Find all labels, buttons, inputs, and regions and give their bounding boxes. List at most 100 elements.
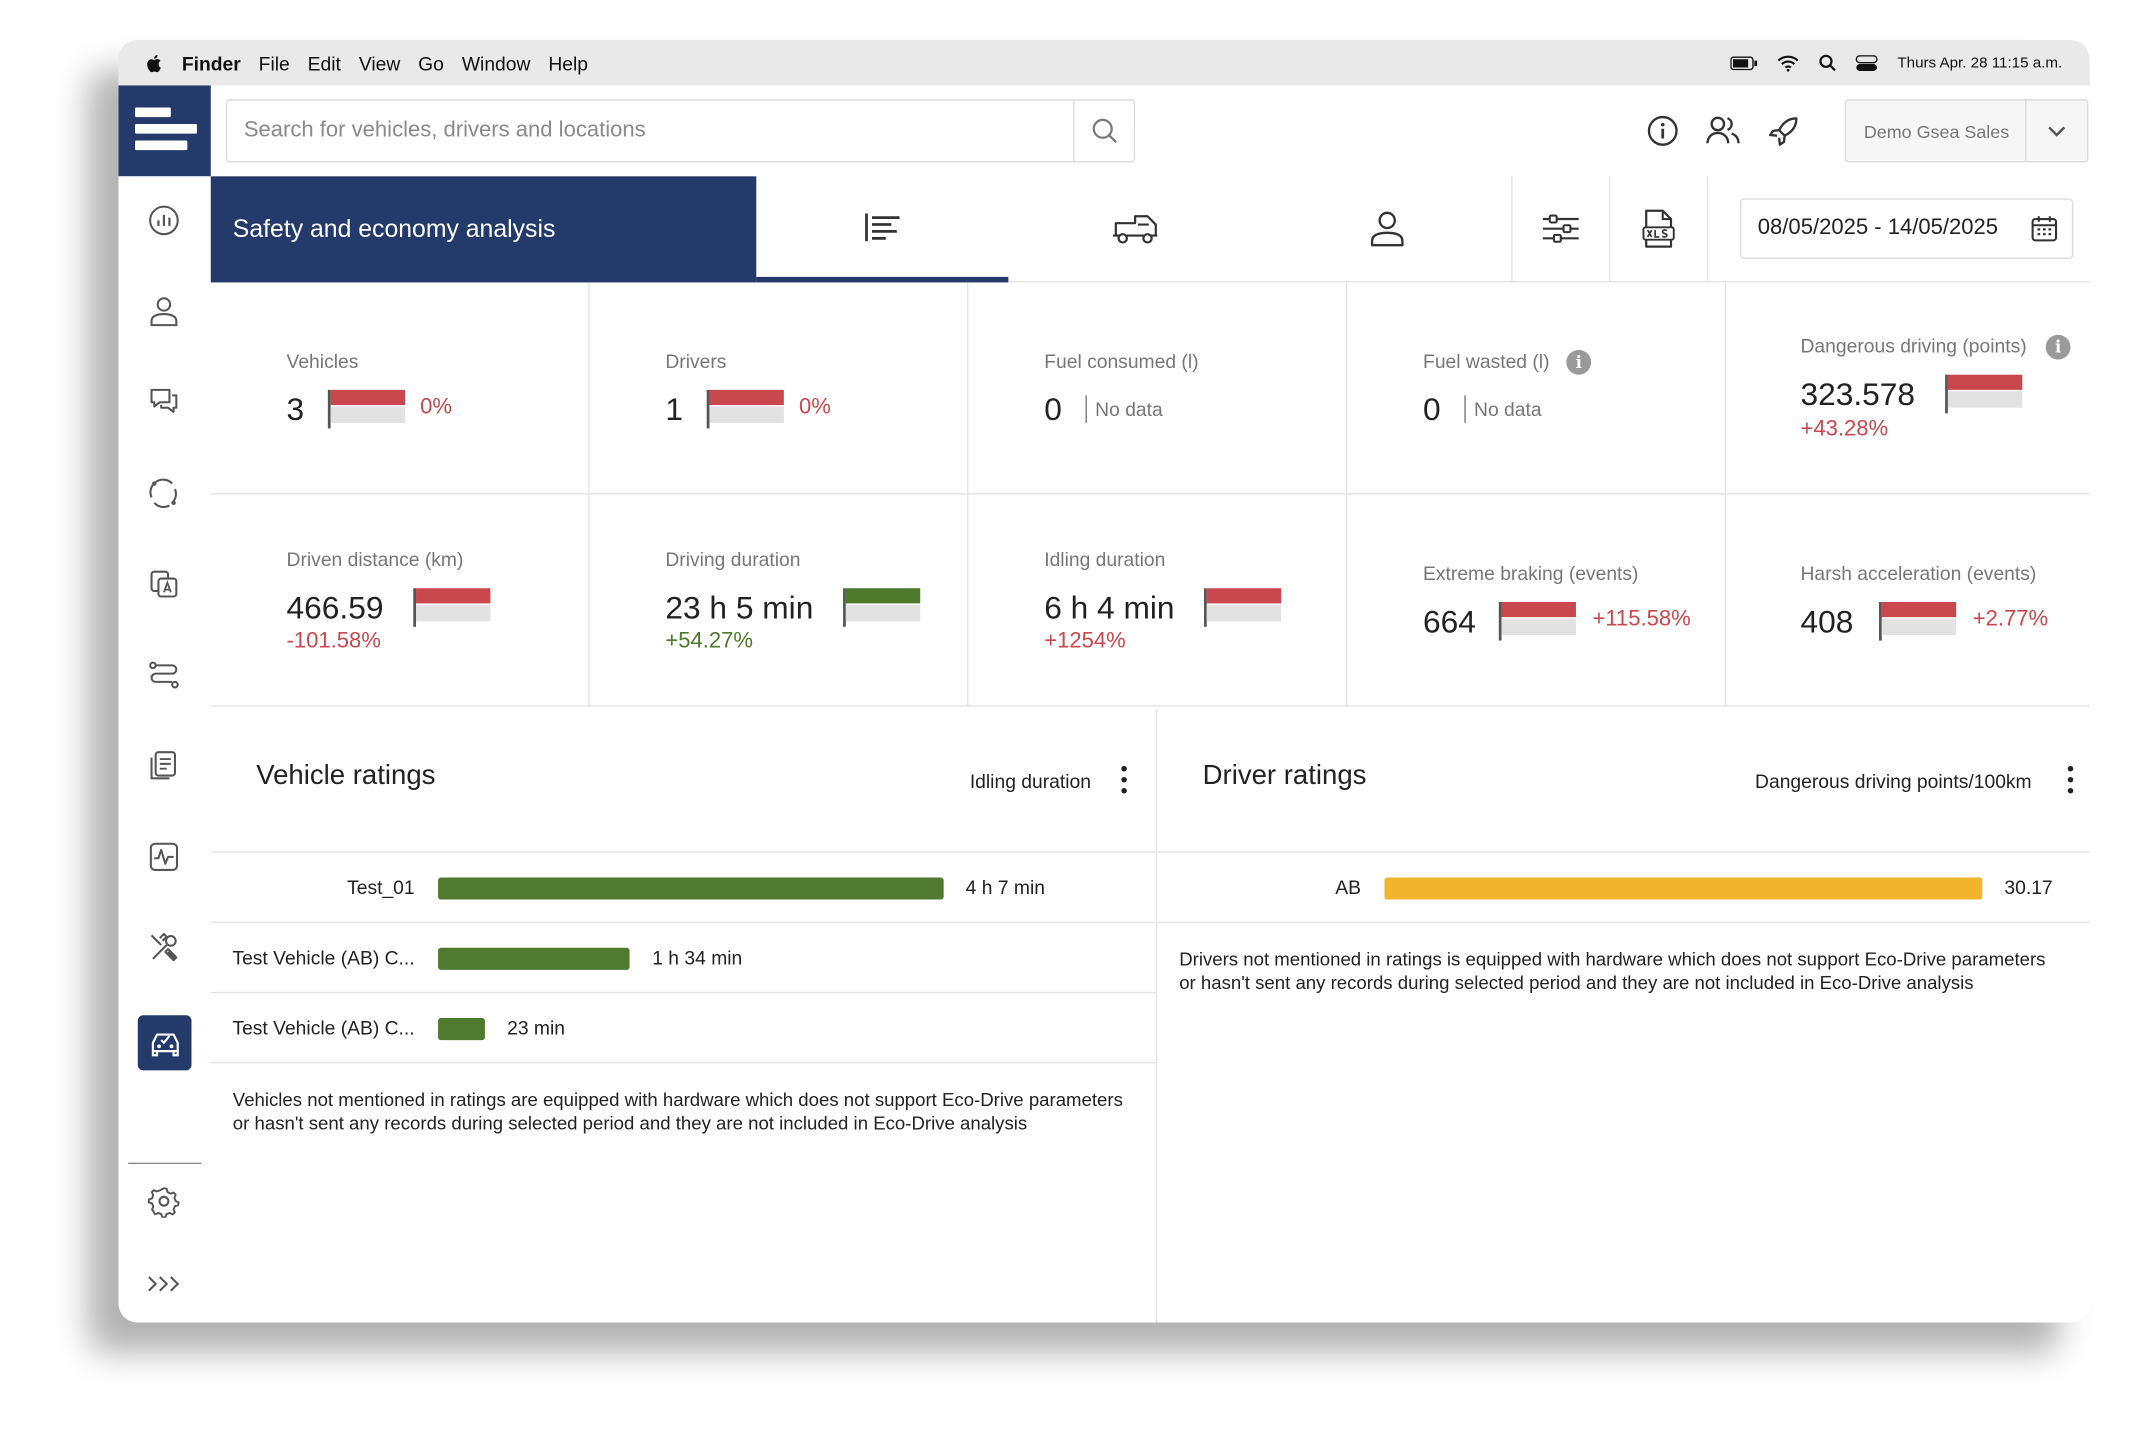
vehicle-ratings-menu-button[interactable] <box>1120 765 1128 796</box>
sidebar-expand-button[interactable] <box>145 1265 184 1304</box>
tab-drivers[interactable] <box>1260 176 1513 283</box>
apple-icon[interactable] <box>143 52 165 74</box>
vehicles-icon <box>1112 215 1157 244</box>
menu-help[interactable]: Help <box>548 52 588 74</box>
info-icon[interactable]: i <box>1566 349 1592 375</box>
kpi-no-data: No data <box>1464 395 1542 423</box>
kpi-label: Vehicles <box>286 349 359 372</box>
routes-icon <box>149 478 177 509</box>
tab-list-view[interactable] <box>756 176 1009 283</box>
vehicle-rating-label: Test Vehicle (AB) C... <box>232 946 415 969</box>
menu-app-name[interactable]: Finder <box>182 52 241 74</box>
account-selector[interactable]: Demo Gsea Sales <box>1844 99 2089 163</box>
driver-ratings-title: Driver ratings <box>1202 760 1367 791</box>
vehicle-rating-bar <box>438 1018 486 1041</box>
trips-icon <box>149 661 179 689</box>
sidebar-item-reports[interactable] <box>145 747 184 786</box>
kpi-label: Driving duration <box>665 548 801 571</box>
wifi-icon[interactable] <box>1778 54 1800 71</box>
macos-menu-bar: Finder File Edit View Go Window Help Thu… <box>118 39 2090 86</box>
sidebar-item-maintenance[interactable] <box>145 928 184 967</box>
date-range-value: 08/05/2025 - 14/05/2025 <box>1757 216 1999 240</box>
search-button[interactable] <box>1073 100 1134 162</box>
users-button[interactable] <box>1704 112 1743 151</box>
menu-go[interactable]: Go <box>418 52 444 74</box>
trend-flag <box>843 588 923 627</box>
sidebar-item-activity[interactable] <box>145 838 184 877</box>
sidebar-item-trips[interactable] <box>145 656 184 695</box>
sidebar-item-documents[interactable] <box>145 565 184 604</box>
driver-ratings-note: Drivers not mentioned in ratings is equi… <box>1179 949 2046 994</box>
menubar-clock[interactable]: Thurs Apr. 28 11:15 a.m. <box>1897 54 2062 71</box>
list-view-icon <box>864 212 899 241</box>
menu-file[interactable]: File <box>259 52 290 74</box>
dashboard-icon <box>149 205 179 236</box>
whats-new-button[interactable] <box>1765 112 1804 151</box>
trend-flag <box>1498 602 1579 641</box>
kpi-value: 408 <box>1800 603 1854 640</box>
kpi-change: +1254% <box>1044 629 1126 653</box>
kpi-value: 0 <box>1423 391 1441 428</box>
sidebar-item-messages[interactable] <box>145 383 184 422</box>
filters-button[interactable] <box>1511 176 1610 283</box>
trend-flag <box>413 588 493 627</box>
trend-flag <box>1204 588 1284 627</box>
menu-window[interactable]: Window <box>462 52 531 74</box>
panel-divider <box>1155 709 1158 1323</box>
kpi-label: Fuel consumed (l) <box>1044 349 1199 372</box>
control-center-icon[interactable] <box>1856 54 1879 71</box>
kpi-value: 323.578 <box>1800 376 1916 412</box>
info-button[interactable] <box>1643 112 1682 151</box>
driver-ratings-metric[interactable]: Dangerous driving points/100km <box>1755 770 2032 792</box>
kpi-label: Dangerous driving (points) <box>1800 334 2027 357</box>
kpi-change: +43.28% <box>1800 417 1889 441</box>
kpi-driven-distance: Driven distance (km) 466.59 -101.58% <box>210 494 590 707</box>
account-dropdown-toggle[interactable] <box>2025 100 2087 162</box>
menu-view[interactable]: View <box>359 52 400 74</box>
menu-edit[interactable]: Edit <box>308 52 341 74</box>
kpi-label: Drivers <box>665 349 727 372</box>
users-icon <box>1706 116 1740 144</box>
vehicle-rating-label: Test_01 <box>347 876 415 899</box>
kpi-label: Extreme braking (events) <box>1423 562 1639 585</box>
kpi-drivers: Drivers 1 0% <box>589 282 969 495</box>
person-icon <box>150 297 178 327</box>
sidebar-item-dashboard[interactable] <box>145 201 184 240</box>
kpi-label: Harsh acceleration (events) <box>1800 562 2037 585</box>
chevron-down-icon <box>2048 125 2066 137</box>
export-xls-button[interactable] <box>1609 176 1707 283</box>
vehicle-rating-bar <box>438 947 631 970</box>
kpi-value: 1 <box>665 391 683 428</box>
search-icon <box>1092 118 1117 144</box>
trend-flag <box>1945 374 2025 414</box>
date-range-cell: 08/05/2025 - 14/05/2025 <box>1706 176 2090 283</box>
spotlight-search-icon[interactable] <box>1819 54 1837 72</box>
kpi-extreme-braking: Extreme braking (events) 664 +115.58% <box>1347 494 1727 707</box>
sidebar-item-drivers[interactable] <box>145 292 184 331</box>
kpi-value: 23 h 5 min <box>665 589 814 626</box>
driver-rating-label: AB <box>1335 876 1362 899</box>
kpi-change: +2.77% <box>1972 607 2049 631</box>
kpi-fuel-consumed: Fuel consumed (l) 0 No data <box>968 282 1348 495</box>
kpi-change: -101.58% <box>286 629 381 653</box>
search-input[interactable] <box>227 100 1074 162</box>
vehicle-ratings-metric[interactable]: Idling duration <box>970 770 1091 792</box>
row-divider <box>210 921 1156 923</box>
xls-export-icon <box>1642 209 1675 248</box>
sidebar-item-settings[interactable] <box>145 1182 184 1221</box>
sidebar-item-routes[interactable] <box>145 474 184 513</box>
info-icon <box>1647 115 1678 146</box>
battery-icon[interactable] <box>1730 55 1759 70</box>
app-window: Finder File Edit View Go Window Help Thu… <box>118 39 2090 1323</box>
info-icon[interactable]: i <box>2045 334 2071 360</box>
tab-vehicles[interactable] <box>1008 176 1261 283</box>
driver-ratings-menu-button[interactable] <box>2066 765 2074 796</box>
date-range-picker[interactable]: 08/05/2025 - 14/05/2025 <box>1739 198 2074 259</box>
kpi-dangerous-driving: Dangerous driving (points) i 323.578 +43… <box>1724 282 2090 495</box>
sidebar-item-eco-drive[interactable] <box>137 1015 192 1071</box>
documents-icon <box>150 570 178 598</box>
row-divider <box>1157 851 2090 853</box>
vehicle-rating-label: Test Vehicle (AB) C... <box>232 1016 415 1039</box>
kpi-fuel-wasted: Fuel wasted (l) i 0 No data <box>1347 282 1727 495</box>
app-logo[interactable] <box>118 85 211 177</box>
